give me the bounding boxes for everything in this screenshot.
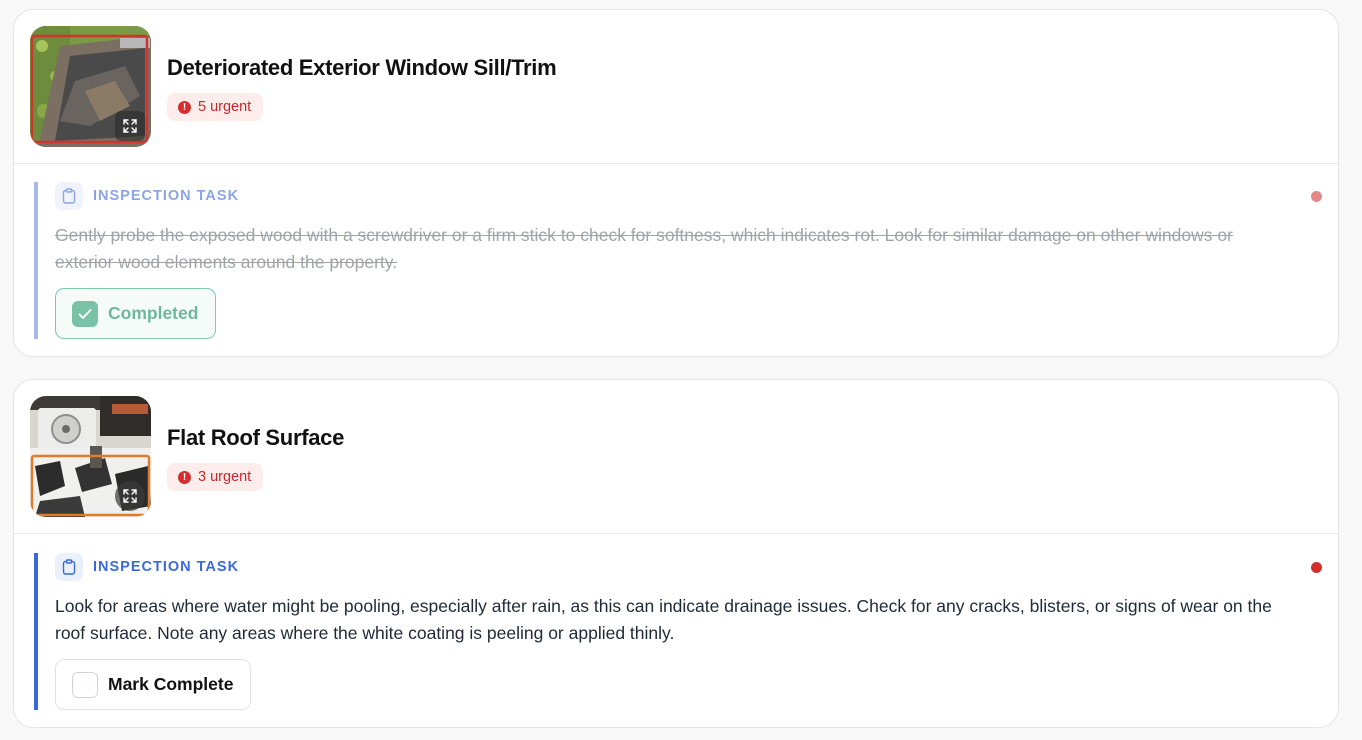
finding-card-window-sill: Deteriorated Exterior Window Sill/Trim !… bbox=[13, 9, 1339, 357]
check-icon bbox=[72, 300, 98, 327]
urgent-badge: ! 5 urgent bbox=[167, 93, 264, 121]
card-header: Flat Roof Surface ! 3 urgent bbox=[14, 380, 1338, 534]
inspection-task: INSPECTION TASK Look for areas where wat… bbox=[34, 553, 1322, 710]
urgent-count: 5 urgent bbox=[198, 99, 252, 115]
expand-icon[interactable] bbox=[115, 111, 145, 141]
finding-title: Flat Roof Surface bbox=[167, 425, 345, 450]
finding-card-flat-roof: Flat Roof Surface ! 3 urgent INSPECTION … bbox=[13, 379, 1339, 728]
mark-complete-button-label: Mark Complete bbox=[108, 674, 234, 694]
card-header: Deteriorated Exterior Window Sill/Trim !… bbox=[14, 10, 1338, 164]
task-label: INSPECTION TASK bbox=[93, 559, 240, 575]
clipboard-icon bbox=[55, 553, 83, 581]
mark-complete-button[interactable]: Mark Complete bbox=[55, 659, 252, 710]
urgent-count: 3 urgent bbox=[198, 469, 252, 485]
completed-button[interactable]: Completed bbox=[55, 288, 217, 339]
expand-icon[interactable] bbox=[115, 481, 145, 511]
checkbox-icon bbox=[72, 671, 98, 698]
finding-photo-thumbnail[interactable] bbox=[30, 396, 151, 517]
alert-circle-icon: ! bbox=[178, 470, 191, 484]
alert-circle-icon: ! bbox=[178, 100, 191, 114]
clipboard-icon bbox=[55, 182, 83, 210]
urgent-badge: ! 3 urgent bbox=[167, 463, 264, 491]
task-description: Gently probe the exposed wood with a scr… bbox=[55, 225, 1233, 272]
task-header: INSPECTION TASK bbox=[55, 182, 1322, 210]
priority-dot bbox=[1311, 562, 1322, 573]
completed-button-label: Completed bbox=[108, 303, 199, 323]
task-header: INSPECTION TASK bbox=[55, 553, 1322, 581]
priority-dot bbox=[1311, 191, 1322, 202]
finding-title: Deteriorated Exterior Window Sill/Trim bbox=[167, 55, 557, 80]
task-label: INSPECTION TASK bbox=[93, 188, 240, 204]
task-description: Look for areas where water might be pool… bbox=[55, 596, 1272, 643]
finding-photo-thumbnail[interactable] bbox=[30, 26, 151, 147]
inspection-task: INSPECTION TASK Gently probe the exposed… bbox=[34, 182, 1322, 339]
